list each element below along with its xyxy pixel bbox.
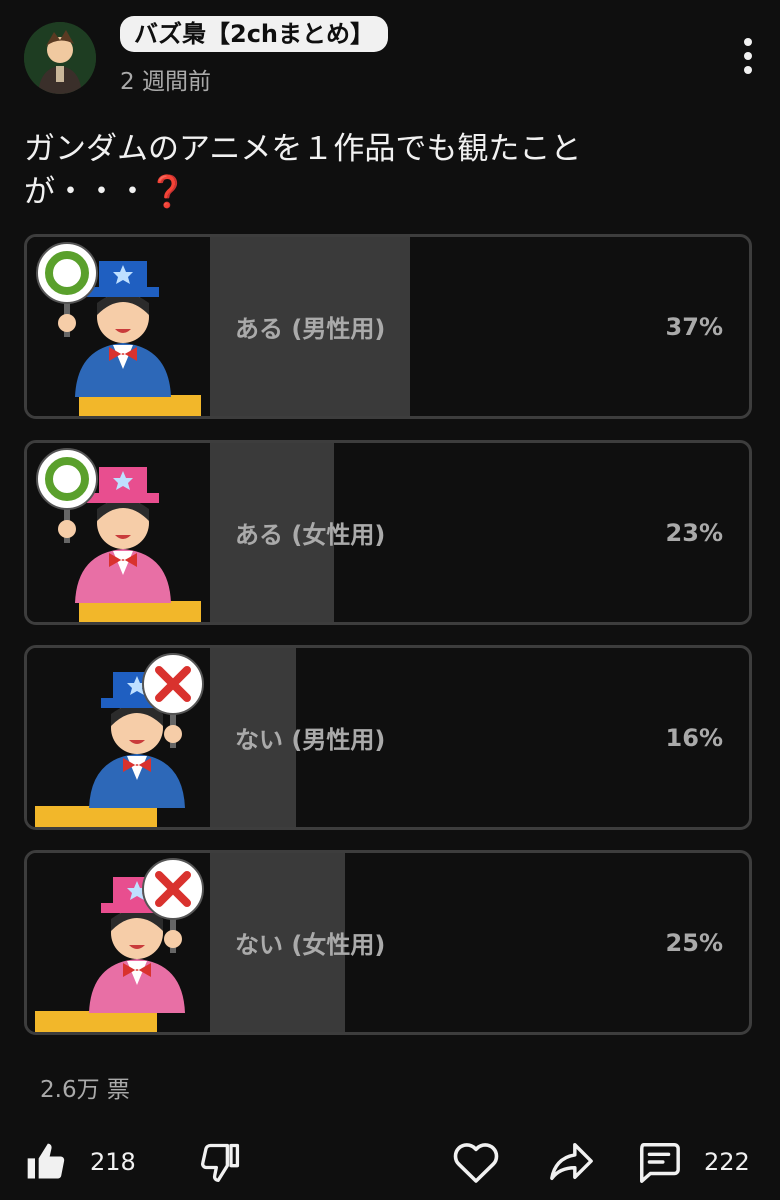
- host-with-cross-sign-icon: [35, 653, 204, 827]
- heart-icon: [453, 1143, 499, 1183]
- option-label: ない (女性用): [235, 931, 386, 959]
- dislike-button[interactable]: [198, 1136, 242, 1188]
- option-label: ある (女性用): [235, 521, 386, 549]
- poll-option[interactable]: ある (男性用) 37%: [24, 234, 752, 419]
- option-illustration: [27, 237, 210, 416]
- option-illustration: [27, 648, 210, 827]
- comment-count: 222: [704, 1148, 750, 1176]
- channel-avatar[interactable]: [24, 22, 96, 94]
- poll-question: ガンダムのアニメを１作品でも観たことが・・・❓: [24, 128, 664, 214]
- heart-button[interactable]: [452, 1136, 500, 1188]
- option-illustration: [27, 853, 210, 1032]
- more-vertical-icon[interactable]: [736, 36, 760, 76]
- host-with-circle-sign-icon: [36, 448, 201, 622]
- post-time: 2 週間前: [120, 69, 211, 95]
- share-button[interactable]: [548, 1136, 594, 1188]
- question-mark-emoji: ❓: [148, 174, 187, 210]
- option-percent: 25%: [665, 928, 723, 957]
- option-percent: 37%: [665, 312, 723, 341]
- option-illustration: [27, 443, 210, 622]
- share-icon: [550, 1143, 593, 1181]
- host-with-circle-sign-icon: [36, 242, 201, 416]
- poll-question-text: ガンダムのアニメを１作品でも観たことが・・・: [24, 131, 582, 210]
- channel-name-chip[interactable]: バズ梟【2chまとめ】: [120, 16, 389, 52]
- poll-option[interactable]: ある (女性用) 23%: [24, 440, 752, 625]
- poll-option[interactable]: ない (女性用) 25%: [24, 850, 752, 1035]
- thumbs-up-icon: [27, 1143, 65, 1179]
- avatar-image: [24, 22, 96, 94]
- thumbs-down-icon: [201, 1143, 240, 1182]
- comment-button[interactable]: 222: [636, 1136, 750, 1188]
- host-with-cross-sign-icon: [35, 858, 204, 1032]
- option-label: ない (男性用): [235, 726, 386, 754]
- like-button[interactable]: 218: [24, 1136, 136, 1188]
- like-count: 218: [90, 1148, 136, 1176]
- vote-count: 2.6万 票: [40, 1077, 130, 1103]
- poll-option[interactable]: ない (男性用) 16%: [24, 645, 752, 830]
- comment-icon: [640, 1143, 680, 1183]
- option-percent: 23%: [665, 518, 723, 547]
- option-label: ある (男性用): [235, 315, 386, 343]
- option-percent: 16%: [665, 723, 723, 752]
